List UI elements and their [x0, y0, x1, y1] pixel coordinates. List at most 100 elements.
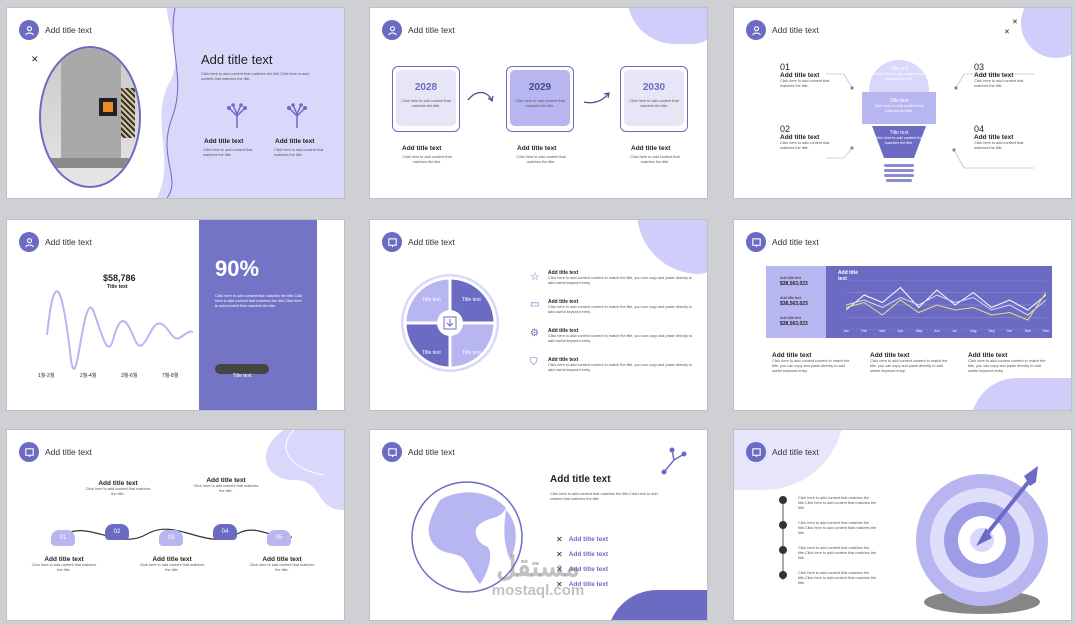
column-body: Click here to add content that matches t… — [274, 148, 324, 157]
year-card: 2028 Click here to add content that matc… — [392, 66, 460, 132]
step-node: 03 — [159, 530, 183, 546]
step-body: Click here to add content that matches t… — [249, 563, 315, 572]
slide-header: Add title text — [382, 232, 455, 252]
point-number: 01 — [780, 62, 791, 72]
column-body: Click here to add content content to mat… — [870, 359, 948, 373]
step-number: 03 — [167, 535, 175, 541]
year-card: 2030 Click here to add content that matc… — [620, 66, 688, 132]
step-upper: Add title text Click here to add content … — [85, 480, 151, 497]
step-upper: Add title text Click here to add content … — [193, 477, 259, 494]
user-icon — [19, 232, 39, 252]
step-number: 04 — [221, 529, 229, 535]
item-body: Click here to add content that matches t… — [630, 155, 680, 164]
segment-label: Title text — [422, 350, 441, 356]
slide-1[interactable]: Add title text ✕ Add title text Click he… — [7, 8, 344, 198]
list-label: Add title text — [568, 536, 609, 543]
bullet-text: Click here to add content that matches t… — [798, 571, 877, 585]
corner-blob — [627, 8, 707, 44]
step-lower: Add title text Click here to add content … — [249, 556, 315, 573]
slide-5[interactable]: Add title text Title text Title text Tit… — [370, 220, 707, 410]
x-tick: Apr — [897, 329, 903, 333]
ring-diagram — [401, 274, 499, 372]
list-item[interactable]: ✕ Add title text — [556, 532, 608, 547]
slide-header: Add title text — [746, 442, 819, 462]
header-title: Add title text — [772, 447, 819, 457]
segment-label: Title text — [462, 350, 481, 356]
slide-7[interactable]: Add title text 01 02 03 04 05 Add title … — [7, 430, 344, 620]
month-axis: Jan Feb Mar Apr May Jun Jul Aug Sep Oct Nov Dec — [843, 329, 1049, 336]
step-node: 05 — [267, 530, 291, 546]
year-label: 2028 — [414, 82, 438, 93]
item-body: Click here to add content content to mat… — [548, 276, 692, 285]
gear-icon: ⚙ — [530, 328, 539, 339]
corner-blob — [607, 590, 707, 620]
board-icon — [382, 442, 402, 462]
slide-9[interactable]: Add title text Click here to add content… — [734, 430, 1071, 620]
slide-title: Add title text — [201, 52, 273, 67]
point-02: 02 Add title text Click here to add conten… — [780, 124, 838, 151]
slide-2[interactable]: Add title text 2028 Click here to add co… — [370, 8, 707, 198]
step-node: 04 — [213, 524, 237, 540]
watermark: مستقل mostaql.com — [468, 551, 608, 600]
item-title: Add title text — [402, 145, 442, 152]
step-body: Click here to add content that matches t… — [139, 563, 205, 572]
step-number: 01 — [59, 535, 67, 541]
corner-blob — [971, 378, 1071, 410]
x-tick: Sep — [988, 329, 995, 333]
line-chart — [846, 280, 1046, 330]
card-body: Click here to add content that matches t… — [515, 99, 565, 108]
step-body: Click here to add content that matches t… — [193, 484, 259, 493]
metric: Add title text $38,563,023 — [780, 276, 808, 287]
item-body: Click here to add content content to mat… — [548, 363, 692, 372]
slide-body: Click here to add content that matches t… — [201, 72, 309, 81]
chart-panel: Add title text $38,563,023 Add title text… — [766, 266, 1052, 338]
slide-8[interactable]: Add title text Add title text Click here… — [370, 430, 707, 620]
header-title: Add title text — [772, 237, 819, 247]
step-number: 05 — [275, 535, 283, 541]
point-title: Add title text — [780, 72, 820, 79]
slide-6[interactable]: Add title text Add title text $38,563,023… — [734, 220, 1071, 410]
x-tick: Jan — [843, 329, 849, 333]
watermark-latin: mostaql.com — [491, 582, 585, 599]
metric-value: $38,563,023 — [780, 321, 808, 327]
sparkle-icon: ✕ — [556, 535, 563, 544]
column-body: Click here to add content content to mat… — [772, 359, 850, 373]
point-body: Click here to add content that matches t… — [780, 79, 830, 88]
column-title: Add title text — [968, 352, 1008, 359]
point-body: Click here to add content that matches t… — [780, 141, 830, 150]
x-tick: Mar — [879, 329, 886, 333]
room-photo — [39, 46, 141, 188]
point-body: Click here to add content that matches t… — [974, 141, 1024, 150]
step-number: 02 — [113, 529, 121, 535]
card-body: Click here to add content that matches t… — [629, 99, 679, 108]
sparkle-icon: ✕ — [31, 54, 39, 64]
step-body: Click here to add content that matches t… — [85, 487, 151, 496]
slide-header: Add title text — [382, 442, 455, 462]
stat-panel: 90% Click here to add content that match… — [199, 220, 317, 410]
arrow-icon — [467, 91, 494, 103]
item-body: Click here to add content content to mat… — [548, 334, 692, 343]
segment-label: Title text — [462, 297, 481, 303]
slide-4[interactable]: Add title text $58,786 Title text 1월-2월 … — [7, 220, 344, 410]
star-icon: ☆ — [530, 271, 540, 283]
panel-body: Click here to add content that matches t… — [215, 294, 303, 308]
item-body: Click here to add content that matches t… — [516, 155, 566, 164]
metric: Add title text $38,563,023 — [780, 296, 808, 307]
watermark-arabic: مستقل — [496, 551, 580, 582]
bullet-text: Click here to add content that matches t… — [798, 496, 877, 510]
item-body: Click here to add content that matches t… — [402, 155, 452, 164]
column-title: Add title text — [275, 138, 315, 145]
slide-header: Add title text — [746, 20, 819, 40]
step-lower: Add title text Click here to add content … — [139, 556, 205, 573]
column-title: Add title text — [772, 352, 812, 359]
point-number: 03 — [974, 62, 985, 72]
board-icon — [19, 442, 39, 462]
flower-icon — [661, 447, 687, 475]
slide-3[interactable]: ✕ ✕ Add title text Title text Click here … — [734, 8, 1071, 198]
year-card: 2029 Click here to add content that matc… — [506, 66, 574, 132]
step-title: Add title text — [98, 480, 138, 487]
summary-column: Add title text Click here to add content … — [968, 352, 1046, 374]
title-button[interactable]: Title text — [215, 364, 269, 379]
header-title: Add title text — [408, 25, 455, 35]
monitor-icon: ▭ — [530, 299, 540, 310]
